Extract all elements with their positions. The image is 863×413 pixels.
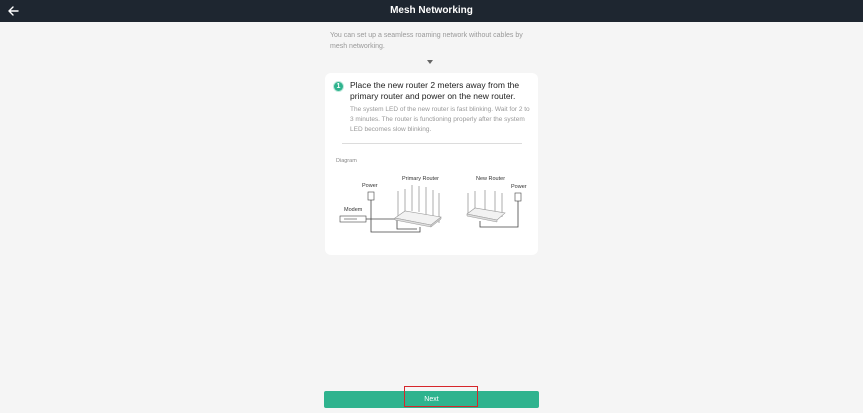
page-title: Mesh Networking — [390, 5, 473, 16]
step-card: 1 Place the new router 2 meters away fro… — [325, 73, 538, 255]
modem-label: Modem — [344, 207, 363, 213]
new-router-label: New Router — [476, 176, 505, 182]
next-button[interactable]: Next — [324, 391, 539, 408]
step-description: The system LED of the new router is fast… — [350, 106, 530, 133]
mesh-setup-diagram: Power Primary Router Modem New Router Po… — [339, 176, 527, 233]
primary-router-label: Primary Router — [402, 176, 439, 182]
top-bar: Mesh Networking — [0, 0, 863, 22]
new-router-icon — [466, 190, 506, 223]
down-arrow-icon — [427, 60, 433, 64]
power-right-label: Power — [511, 184, 527, 190]
diagram-label: Diagram — [336, 158, 357, 164]
divider — [342, 143, 522, 144]
step-number-badge: 1 — [333, 81, 344, 92]
modem-icon — [339, 215, 367, 223]
intro-text: You can set up a seamless roaming networ… — [330, 32, 523, 50]
primary-router-icon — [394, 185, 442, 228]
power-left-label: Power — [362, 183, 378, 189]
power-adapter-icon — [367, 191, 375, 227]
step-title: Place the new router 2 meters away from … — [350, 80, 520, 101]
